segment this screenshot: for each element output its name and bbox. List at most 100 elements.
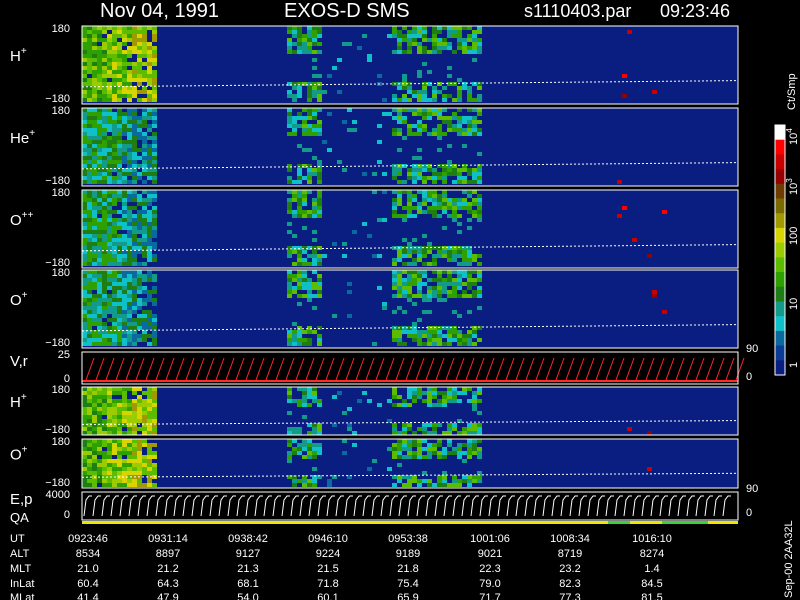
data-cell bbox=[312, 282, 317, 286]
data-cell bbox=[117, 218, 122, 222]
data-cell bbox=[107, 310, 112, 314]
data-cell bbox=[307, 132, 312, 136]
data-cell bbox=[427, 338, 432, 342]
data-cell bbox=[422, 190, 427, 194]
data-cell bbox=[332, 395, 337, 399]
data-cell bbox=[437, 116, 442, 120]
data-cell bbox=[112, 210, 117, 214]
data-cell bbox=[127, 443, 132, 447]
data-cell bbox=[427, 395, 432, 399]
data-cell bbox=[107, 222, 112, 226]
data-cell bbox=[447, 128, 452, 132]
panel-vr bbox=[81, 351, 745, 385]
data-cell bbox=[437, 112, 442, 116]
data-cell bbox=[92, 156, 97, 160]
data-cell bbox=[132, 391, 137, 395]
data-cell bbox=[132, 148, 137, 152]
data-cell bbox=[437, 164, 442, 168]
data-cell bbox=[87, 54, 92, 58]
panel-he bbox=[81, 107, 739, 187]
data-cell bbox=[452, 399, 457, 403]
data-cell bbox=[477, 338, 482, 342]
data-cell bbox=[302, 262, 307, 266]
data-cell bbox=[297, 124, 302, 128]
data-cell bbox=[407, 447, 412, 451]
data-cell bbox=[122, 234, 127, 238]
data-cell bbox=[442, 38, 447, 42]
data-cell bbox=[137, 338, 142, 342]
data-cell bbox=[292, 338, 297, 342]
data-cell bbox=[317, 74, 322, 78]
data-cell bbox=[117, 254, 122, 258]
data-cell bbox=[457, 90, 462, 94]
data-cell bbox=[357, 399, 362, 403]
data-cell bbox=[287, 82, 292, 86]
data-cell bbox=[122, 479, 127, 483]
data-cell bbox=[107, 210, 112, 214]
data-cell bbox=[432, 447, 437, 451]
data-cell bbox=[447, 82, 452, 86]
data-cell bbox=[412, 250, 417, 254]
data-cell bbox=[107, 294, 112, 298]
colorbar-swatch bbox=[775, 139, 785, 155]
data-cell bbox=[82, 160, 87, 164]
data-cell bbox=[147, 483, 152, 487]
data-cell bbox=[82, 206, 87, 210]
data-cell bbox=[122, 90, 127, 94]
data-cell bbox=[457, 338, 462, 342]
data-cell bbox=[437, 451, 442, 455]
data-cell bbox=[297, 431, 302, 435]
data-cell bbox=[402, 455, 407, 459]
data-cell bbox=[452, 112, 457, 116]
data-cell bbox=[457, 78, 462, 82]
data-cell bbox=[92, 443, 97, 447]
data-cell bbox=[152, 218, 157, 222]
data-cell bbox=[427, 70, 432, 74]
data-cell bbox=[297, 26, 302, 30]
row-value: 21.2 bbox=[157, 563, 178, 575]
data-cell bbox=[467, 90, 472, 94]
data-cell bbox=[432, 172, 437, 176]
data-cell bbox=[142, 242, 147, 246]
data-cell bbox=[137, 156, 142, 160]
data-cell bbox=[462, 38, 467, 42]
data-cell bbox=[147, 78, 152, 82]
colorbar-swatch bbox=[775, 198, 785, 214]
data-cell bbox=[82, 108, 87, 112]
data-cell bbox=[417, 156, 422, 160]
data-cell bbox=[152, 34, 157, 38]
data-cell bbox=[407, 479, 412, 483]
data-cell bbox=[112, 294, 117, 298]
data-cell bbox=[147, 74, 152, 78]
data-cell bbox=[107, 54, 112, 58]
data-cell bbox=[137, 172, 142, 176]
data-cell bbox=[407, 250, 412, 254]
data-cell bbox=[287, 202, 292, 206]
data-cell bbox=[107, 447, 112, 451]
data-cell bbox=[127, 479, 132, 483]
data-cell bbox=[147, 278, 152, 282]
data-cell bbox=[97, 132, 102, 136]
data-cell bbox=[457, 342, 462, 346]
data-cell bbox=[152, 94, 157, 98]
data-cell bbox=[412, 455, 417, 459]
data-cell bbox=[317, 423, 322, 427]
data-cell bbox=[312, 112, 317, 116]
data-cell bbox=[477, 120, 482, 124]
data-cell bbox=[317, 326, 322, 330]
data-cell bbox=[397, 116, 402, 120]
data-cell bbox=[147, 294, 152, 298]
data-cell bbox=[392, 50, 397, 54]
data-cell bbox=[82, 230, 87, 234]
data-cell bbox=[127, 160, 132, 164]
data-cell bbox=[292, 447, 297, 451]
data-cell bbox=[427, 112, 432, 116]
data-cell bbox=[102, 180, 107, 184]
data-cell bbox=[412, 439, 417, 443]
data-cell bbox=[117, 94, 122, 98]
data-cell bbox=[377, 160, 382, 164]
data-cell bbox=[132, 290, 137, 294]
data-cell bbox=[102, 451, 107, 455]
data-cell bbox=[92, 148, 97, 152]
data-cell bbox=[87, 58, 92, 62]
